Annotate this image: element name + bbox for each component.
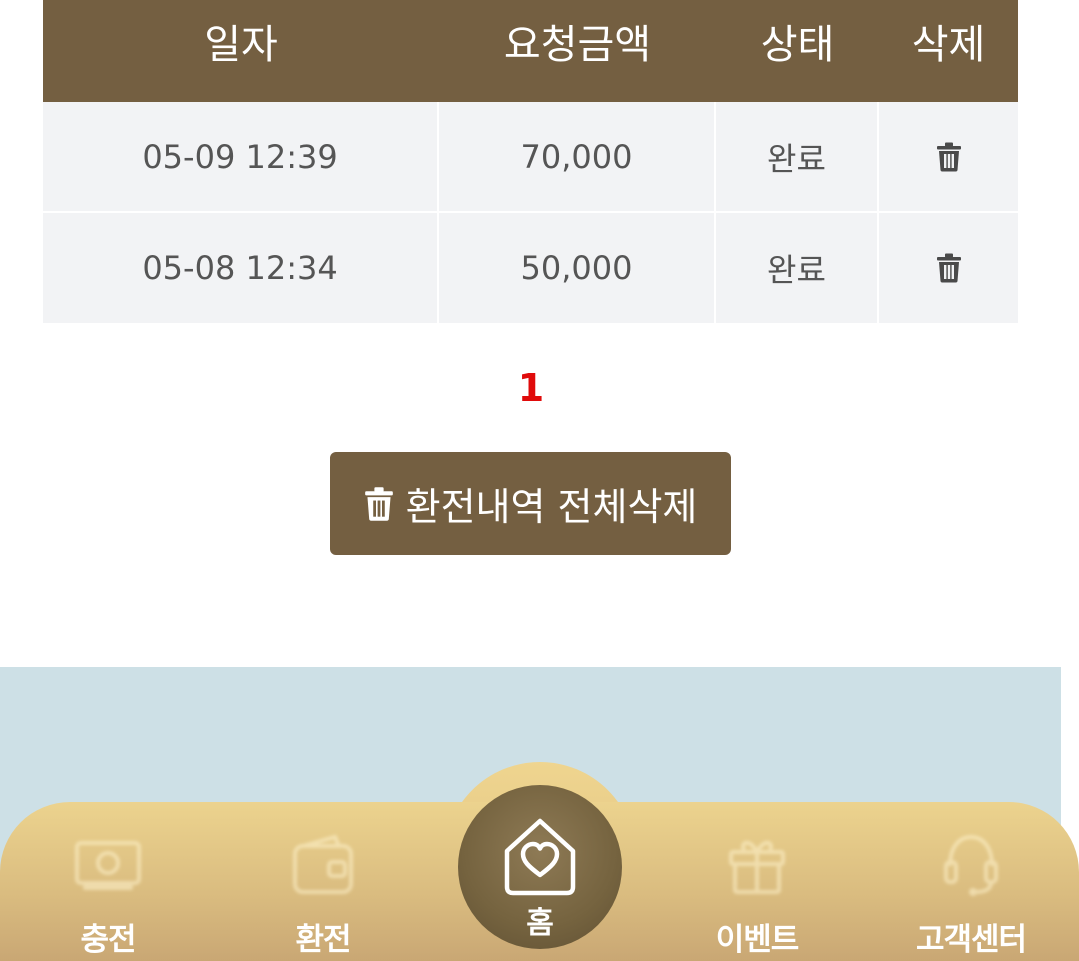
row-date: 05-08 12:34 [43, 213, 439, 323]
home-heart-icon [504, 818, 576, 896]
page-number-current[interactable]: 1 [518, 366, 544, 410]
headset-icon [940, 830, 1002, 900]
pagination: 1 [0, 366, 1062, 410]
row-amount: 70,000 [439, 102, 716, 211]
nav-label-charge: 충전 [80, 922, 136, 958]
delete-all-label: 환전내역 전체삭제 [405, 485, 698, 529]
row-delete-button[interactable] [879, 213, 1018, 323]
header-status: 상태 [760, 22, 835, 68]
nav-item-exchange[interactable]: 환전 [233, 830, 413, 959]
row-status: 완료 [716, 102, 879, 211]
wallet-icon [291, 830, 355, 900]
nav-item-charge[interactable]: 충전 [18, 830, 198, 959]
gift-icon [726, 830, 788, 900]
nav-label-event: 이벤트 [715, 922, 800, 958]
header-date: 일자 [204, 22, 278, 68]
row-date: 05-09 12:39 [43, 102, 439, 211]
header-delete: 삭제 [911, 22, 986, 68]
money-icon [73, 830, 143, 900]
nav-item-home[interactable] [458, 785, 622, 949]
trash-icon [364, 486, 393, 521]
nav-item-customer-center[interactable]: 고객센터 [881, 830, 1061, 959]
row-status: 완료 [716, 213, 879, 323]
nav-label-exchange: 환전 [295, 922, 351, 958]
nav-item-event[interactable]: 이벤트 [667, 830, 847, 959]
delete-all-history-button[interactable]: 환전내역 전체삭제 [330, 452, 731, 555]
table-header: 일자 요청금액 상태 삭제 [43, 0, 1018, 102]
trash-icon [936, 253, 961, 283]
withdrawal-history-table: 일자 요청금액 상태 삭제 05-09 12:39 70,000 완료 05-0… [43, 0, 1018, 323]
header-amount: 요청금액 [503, 22, 652, 68]
trash-icon [936, 142, 961, 171]
table-row: 05-09 12:39 70,000 완료 [43, 102, 1018, 213]
row-delete-button[interactable] [879, 102, 1018, 211]
withdrawal-history-page: 일자 요청금액 상태 삭제 05-09 12:39 70,000 완료 05-0… [0, 0, 1079, 961]
table-body: 05-09 12:39 70,000 완료 05-08 12:34 50,000… [43, 102, 1018, 323]
nav-label-customer-center: 고객센터 [915, 922, 1027, 958]
table-row: 05-08 12:34 50,000 완료 [43, 213, 1018, 323]
row-amount: 50,000 [439, 213, 716, 323]
